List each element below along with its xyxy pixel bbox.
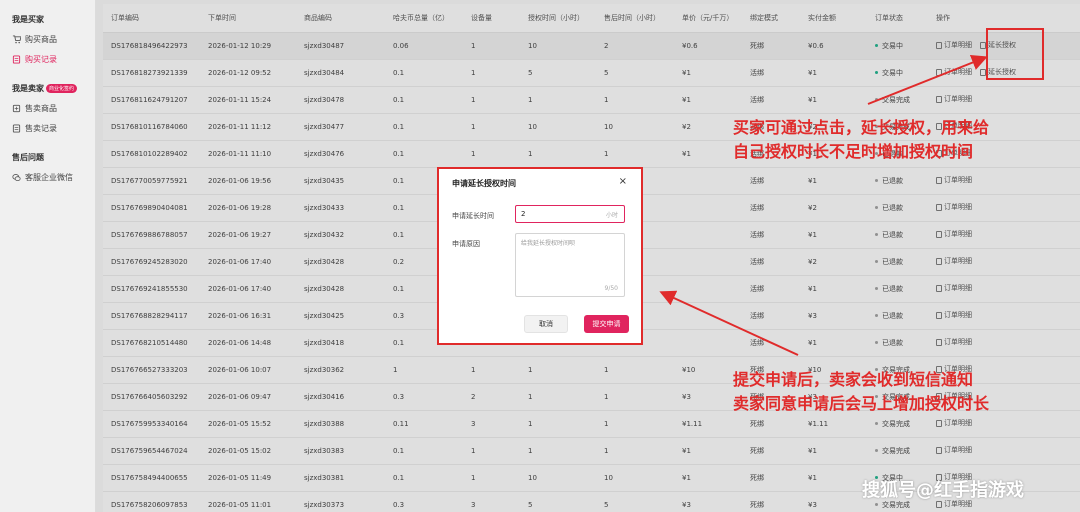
watermark: 搜狐号@红手指游戏: [862, 480, 1024, 501]
annotation-extend-explanation: 买家可通过点击，延长授权，用来给 自己授权时长不足时增加授权时间: [733, 118, 990, 161]
arrow-to-dialog: [659, 290, 799, 356]
arrow-to-extend-button: [867, 54, 988, 105]
annotation-arrows: [659, 54, 988, 356]
annotation-submit-explanation: 提交申请后，卖家会收到短信通知 卖家同意申请后会马上增加授权时长: [733, 370, 990, 413]
